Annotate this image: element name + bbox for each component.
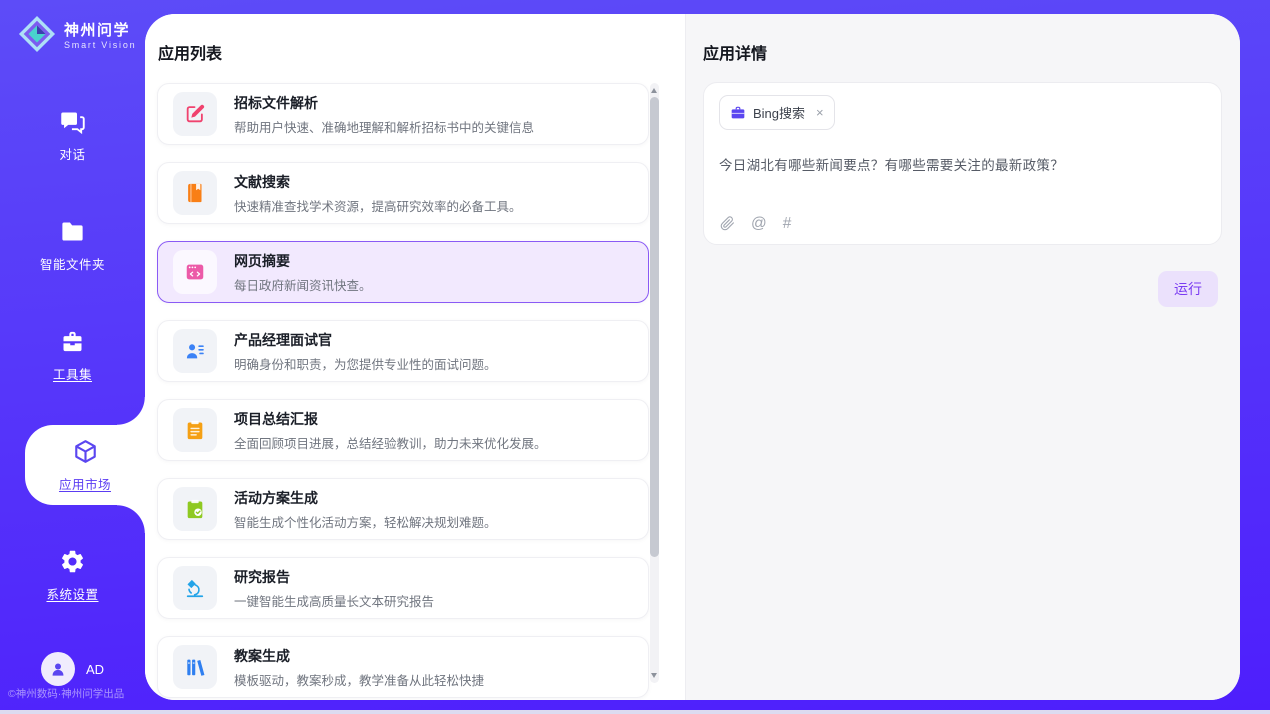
app-card-title: 活动方案生成 bbox=[234, 488, 497, 508]
scrollbar-down-arrow[interactable] bbox=[651, 673, 657, 678]
paperclip-icon[interactable] bbox=[720, 216, 735, 231]
app-card-title: 教案生成 bbox=[234, 646, 484, 666]
app-card-title: 网页摘要 bbox=[234, 251, 372, 271]
bottom-edge-strip bbox=[0, 710, 1270, 714]
sidebar-nav: 对话智能文件夹工具集应用市场系统设置 bbox=[0, 95, 145, 645]
app-card-description: 帮助用户快速、准确地理解和解析招标书中的关键信息 bbox=[234, 117, 534, 136]
sidebar-item-label: 智能文件夹 bbox=[40, 254, 105, 273]
brand-subtitle: Smart Vision bbox=[64, 40, 136, 50]
clipboard-icon bbox=[184, 419, 206, 441]
app-card-description: 智能生成个性化活动方案，轻松解决规划难题。 bbox=[234, 512, 497, 531]
app-icon-tile bbox=[173, 329, 217, 373]
clipboard-check-icon bbox=[184, 498, 206, 520]
webpage-icon bbox=[184, 261, 206, 283]
app-card-bid-parse[interactable]: 招标文件解析帮助用户快速、准确地理解和解析招标书中的关键信息 bbox=[157, 83, 649, 145]
brand-logo: 神州问学 Smart Vision bbox=[18, 15, 136, 53]
app-detail-title: 应用详情 bbox=[703, 40, 767, 64]
avatar bbox=[41, 652, 75, 686]
at-icon[interactable]: @ bbox=[751, 216, 767, 232]
scrollbar[interactable] bbox=[650, 83, 659, 683]
sidebar-item-smart-folders[interactable]: 智能文件夹 bbox=[0, 205, 145, 285]
app-card-list: 招标文件解析帮助用户快速、准确地理解和解析招标书中的关键信息文献搜索快速精准查找… bbox=[157, 83, 649, 700]
prompt-input[interactable]: 今日湖北有哪些新闻要点？有哪些需要关注的最新政策？ bbox=[719, 154, 1206, 174]
folder-icon bbox=[59, 218, 86, 245]
app-icon-tile bbox=[173, 645, 217, 689]
app-card-activity-plan[interactable]: 活动方案生成智能生成个性化活动方案，轻松解决规划难题。 bbox=[157, 478, 649, 540]
app-icon-tile bbox=[173, 487, 217, 531]
sidebar-item-label: 工具集 bbox=[53, 364, 92, 383]
app-card-description: 每日政府新闻资讯快查。 bbox=[234, 275, 372, 294]
book-icon bbox=[184, 182, 206, 204]
app-card-title: 文献搜索 bbox=[234, 172, 522, 192]
app-icon-tile bbox=[173, 92, 217, 136]
brand-diamond-icon bbox=[18, 15, 56, 53]
tool-tag-label: Bing搜索 bbox=[753, 103, 805, 122]
books-icon bbox=[184, 656, 206, 678]
run-button[interactable]: 运行 bbox=[1158, 271, 1218, 307]
app-card-description: 模板驱动，教案秒成，教学准备从此轻松快捷 bbox=[234, 670, 484, 689]
user-icon bbox=[48, 659, 68, 679]
interview-icon bbox=[184, 340, 206, 362]
sidebar-item-toolset[interactable]: 工具集 bbox=[0, 315, 145, 395]
brand-name: 神州问学 bbox=[64, 19, 136, 40]
app-list-title: 应用列表 bbox=[158, 40, 222, 64]
user-account[interactable]: AD bbox=[0, 652, 145, 686]
app-card-description: 明确身份和职责，为您提供专业性的面试问题。 bbox=[234, 354, 497, 373]
toolbox-icon bbox=[59, 328, 86, 355]
user-initials: AD bbox=[86, 662, 104, 677]
composer-toolbar: @# bbox=[720, 216, 791, 232]
cube-icon bbox=[72, 438, 99, 465]
app-card-description: 一键智能生成高质量长文本研究报告 bbox=[234, 591, 434, 610]
scrollbar-thumb[interactable] bbox=[650, 97, 659, 557]
app-icon-tile bbox=[173, 408, 217, 452]
tag-close-button[interactable]: × bbox=[816, 105, 824, 120]
app-card-pm-interviewer[interactable]: 产品经理面试官明确身份和职责，为您提供专业性的面试问题。 bbox=[157, 320, 649, 382]
prompt-card: Bing搜索 × 今日湖北有哪些新闻要点？有哪些需要关注的最新政策？ @# bbox=[703, 82, 1222, 245]
microscope-icon bbox=[184, 577, 206, 599]
app-card-lesson-plan[interactable]: 教案生成模板驱动，教案秒成，教学准备从此轻松快捷 bbox=[157, 636, 649, 698]
app-detail-pane: 应用详情 Bing搜索 × 今日湖北有哪些新闻要点？有哪些需要关注的最新政策？ … bbox=[685, 14, 1240, 700]
app-icon-tile bbox=[173, 171, 217, 215]
briefcase-icon bbox=[730, 105, 746, 121]
app-card-literature-search[interactable]: 文献搜索快速精准查找学术资源，提高研究效率的必备工具。 bbox=[157, 162, 649, 224]
app-card-research-report[interactable]: 研究报告一键智能生成高质量长文本研究报告 bbox=[157, 557, 649, 619]
gear-icon bbox=[59, 548, 86, 575]
tool-tag-bing-search[interactable]: Bing搜索 × bbox=[719, 95, 835, 130]
main-panel: 应用列表 招标文件解析帮助用户快速、准确地理解和解析招标书中的关键信息文献搜索快… bbox=[145, 14, 1240, 700]
sidebar: 神州问学 Smart Vision 对话智能文件夹工具集应用市场系统设置 AD … bbox=[0, 0, 145, 714]
sidebar-item-label: 应用市场 bbox=[59, 474, 111, 493]
app-card-description: 快速精准查找学术资源，提高研究效率的必备工具。 bbox=[234, 196, 522, 215]
sidebar-item-chat[interactable]: 对话 bbox=[0, 95, 145, 175]
copyright-text: ©神州数码·神州问学出品 bbox=[8, 686, 124, 701]
hash-icon[interactable]: # bbox=[783, 216, 792, 232]
app-card-title: 产品经理面试官 bbox=[234, 330, 497, 350]
sidebar-item-app-market[interactable]: 应用市场 bbox=[25, 425, 145, 505]
app-card-title: 招标文件解析 bbox=[234, 93, 534, 113]
app-card-project-summary[interactable]: 项目总结汇报全面回顾项目进展，总结经验教训，助力未来优化发展。 bbox=[157, 399, 649, 461]
chat-icon bbox=[59, 108, 86, 135]
scrollbar-up-arrow[interactable] bbox=[651, 88, 657, 93]
bid-doc-icon bbox=[184, 103, 206, 125]
app-card-title: 研究报告 bbox=[234, 567, 434, 587]
app-list-pane: 应用列表 招标文件解析帮助用户快速、准确地理解和解析招标书中的关键信息文献搜索快… bbox=[145, 14, 685, 700]
sidebar-item-system-settings[interactable]: 系统设置 bbox=[0, 535, 145, 615]
app-card-title: 项目总结汇报 bbox=[234, 409, 547, 429]
app-icon-tile bbox=[173, 566, 217, 610]
sidebar-item-label: 对话 bbox=[59, 144, 85, 163]
app-icon-tile bbox=[173, 250, 217, 294]
app-card-description: 全面回顾项目进展，总结经验教训，助力未来优化发展。 bbox=[234, 433, 547, 452]
app-card-web-summary[interactable]: 网页摘要每日政府新闻资讯快查。 bbox=[157, 241, 649, 303]
sidebar-item-label: 系统设置 bbox=[46, 584, 98, 603]
